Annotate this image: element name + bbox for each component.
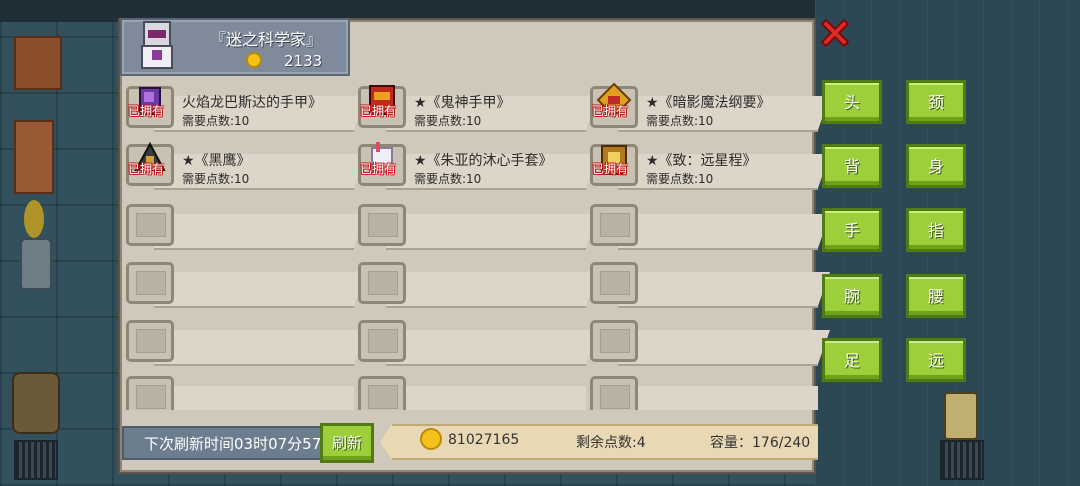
scientist-avatar xyxy=(141,21,173,69)
empty-slot[interactable] xyxy=(356,376,586,410)
item-cost: 需要点数:10 xyxy=(182,114,250,128)
category-ranged-button[interactable]: 远 xyxy=(906,338,966,382)
player-character xyxy=(12,372,60,434)
item-slot[interactable]: 已拥有 ★《致：远星程》 需要点数:10 xyxy=(588,144,830,190)
floor-grate xyxy=(940,440,984,480)
item-cost: 需要点数:10 xyxy=(414,114,482,128)
item-cost: 需要点数:10 xyxy=(182,172,250,186)
item-name: ★《暗影魔法纲要》 xyxy=(646,95,771,111)
remaining-points: 剩余点数:4 xyxy=(576,435,646,451)
owned-badge: 已拥有 xyxy=(592,104,629,118)
item-name: 火焰龙巴斯达的手甲》 xyxy=(182,95,322,111)
gold-coin-icon xyxy=(420,428,442,450)
refresh-button[interactable]: 刷新 xyxy=(320,423,374,463)
robot-npc xyxy=(944,392,978,440)
owned-badge: 已拥有 xyxy=(360,162,397,176)
empty-slot[interactable] xyxy=(356,204,598,250)
floor-grate xyxy=(14,440,58,480)
merchant-name: 『迷之科学家』 xyxy=(209,30,322,49)
category-waist-button[interactable]: 腰 xyxy=(906,274,966,318)
cabinet xyxy=(14,36,62,90)
empty-slot[interactable] xyxy=(124,376,354,410)
owned-badge: 已拥有 xyxy=(128,162,165,176)
owned-badge: 已拥有 xyxy=(360,104,397,118)
item-slot[interactable]: 已拥有 ★《朱亚的沐心手套》 需要点数:10 xyxy=(356,142,598,190)
chair xyxy=(14,120,54,194)
item-cost: 需要点数:10 xyxy=(414,172,482,186)
owned-badge: 已拥有 xyxy=(128,104,165,118)
item-name: ★《黑鹰》 xyxy=(182,153,251,169)
item-slot[interactable]: 已拥有 ★《黑鹰》 需要点数:10 xyxy=(124,141,366,190)
category-wrist-button[interactable]: 腕 xyxy=(822,274,882,318)
item-slot[interactable]: 已拥有 火焰龙巴斯达的手甲》 需要点数:10 xyxy=(124,86,366,132)
empty-slot[interactable] xyxy=(588,262,830,308)
close-icon[interactable] xyxy=(818,16,852,50)
item-name: ★《朱亚的沐心手套》 xyxy=(414,153,553,169)
coin-icon xyxy=(246,52,262,68)
owned-badge: 已拥有 xyxy=(592,162,629,176)
empty-slot[interactable] xyxy=(124,262,366,308)
item-name: ★《致：远星程》 xyxy=(646,153,757,169)
empty-slot[interactable] xyxy=(356,262,598,308)
category-head-button[interactable]: 头 xyxy=(822,80,882,124)
gold-amount: 81027165 xyxy=(448,432,520,448)
item-cost: 需要点数:10 xyxy=(646,172,714,186)
vase xyxy=(20,238,52,290)
capacity: 容量：176/240 xyxy=(710,435,811,451)
item-slot[interactable]: 已拥有 ★《鬼神手甲》 需要点数:10 xyxy=(356,85,598,132)
item-cost: 需要点数:10 xyxy=(646,114,714,128)
item-name: ★《鬼神手甲》 xyxy=(414,95,511,111)
empty-slot[interactable] xyxy=(588,204,830,250)
category-back-button[interactable]: 背 xyxy=(822,144,882,188)
category-feet-button[interactable]: 足 xyxy=(822,338,882,382)
empty-slot[interactable] xyxy=(588,376,818,410)
empty-slot[interactable] xyxy=(124,320,366,366)
category-hand-button[interactable]: 手 xyxy=(822,208,882,252)
empty-slot[interactable] xyxy=(356,320,598,366)
merchant-header: 『迷之科学家』 2133 xyxy=(120,18,350,76)
category-finger-button[interactable]: 指 xyxy=(906,208,966,252)
empty-slot[interactable] xyxy=(124,204,366,250)
plant xyxy=(24,200,44,238)
merchant-coins: 2133 xyxy=(284,52,323,70)
category-neck-button[interactable]: 颈 xyxy=(906,80,966,124)
refresh-timer: 下次刷新时间03时07分57 xyxy=(122,426,326,460)
item-slot[interactable]: 已拥有 ★《暗影魔法纲要》 需要点数:10 xyxy=(588,82,830,132)
status-bar: 81027165 剩余点数:4 容量：176/240 xyxy=(380,424,818,460)
empty-slot[interactable] xyxy=(588,320,830,366)
category-body-button[interactable]: 身 xyxy=(906,144,966,188)
